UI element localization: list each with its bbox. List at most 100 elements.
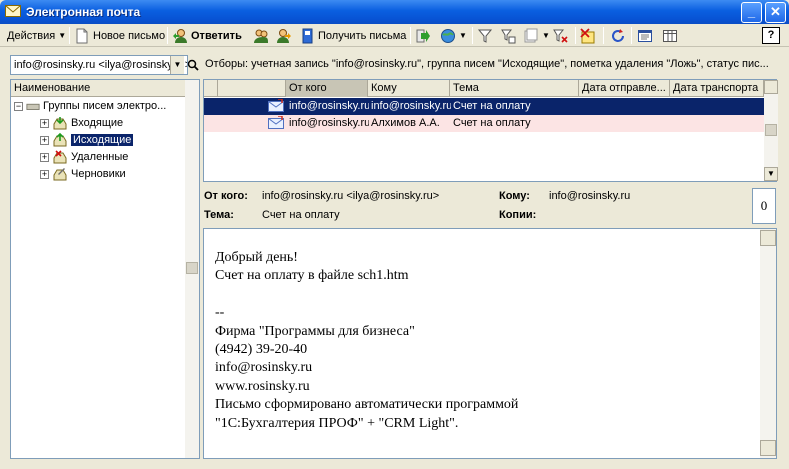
tree-item-drafts[interactable]: + Черновики (40, 166, 126, 182)
settings-form-button[interactable] (637, 26, 653, 45)
filter-funnel-icon (477, 29, 493, 43)
from-value: info@rosinsky.ru <ilya@rosinsky.ru> (262, 190, 440, 202)
green-arrow-icon (416, 29, 430, 42)
form-list-icon (638, 29, 652, 42)
columns-table-icon (663, 29, 677, 42)
grid-column-status[interactable] (204, 80, 218, 97)
filter-clear-icon (553, 29, 568, 43)
cell-subject: Счет на оплату (453, 117, 531, 129)
toolbar: Действия ▼ Новое письмо Ответить Получит… (0, 24, 789, 47)
grid-column-transport-date[interactable]: Дата транспорта (670, 80, 764, 97)
drafts-tray-icon (53, 168, 67, 181)
body-scroll-down[interactable] (760, 440, 776, 456)
dropdown-arrow-icon: ▼ (459, 31, 467, 40)
table-row[interactable]: info@rosinsky.ru info@rosinsky.ru Счет н… (204, 98, 764, 115)
tree-item-outbox[interactable]: + Исходящие (40, 132, 134, 148)
actions-menu-button[interactable]: Действия ▼ (7, 26, 66, 45)
groups-tree[interactable]: Наименование − Группы писем электро... +… (10, 79, 200, 459)
grid-column-from[interactable]: От кого (286, 80, 368, 97)
receive-mail-icon (302, 28, 313, 43)
sync-button[interactable]: ▼ (440, 26, 467, 45)
delete-mark-icon (580, 27, 595, 43)
receive-letters-label: Получить письма (318, 29, 407, 42)
filter-history-icon (524, 28, 538, 42)
filter-history-button[interactable]: ▼ (523, 26, 550, 45)
dropdown-arrow-icon: ▼ (542, 31, 550, 40)
grid-column-status2[interactable] (218, 80, 286, 97)
window-title: Электронная почта (26, 5, 141, 19)
grid-column-to[interactable]: Кому (368, 80, 450, 97)
forward-person-icon (277, 28, 291, 43)
copies-label: Копии: (499, 209, 537, 221)
grid-scroll-up[interactable] (764, 80, 778, 94)
expand-icon[interactable]: + (40, 135, 49, 145)
deleted-tray-icon (53, 150, 67, 164)
expand-icon[interactable]: + (40, 152, 49, 162)
body-scrollbar[interactable] (760, 229, 776, 458)
reply-button[interactable]: Ответить (172, 26, 242, 45)
reply-all-button[interactable] (253, 26, 269, 45)
account-combo-dropdown-icon[interactable]: ▼ (170, 56, 184, 74)
body-scroll-up[interactable] (760, 230, 776, 246)
grid-scrollbar[interactable]: ▼ (764, 80, 778, 181)
letters-grid[interactable]: От кого Кому Тема Дата отправле... Дата … (203, 79, 778, 182)
collapse-icon[interactable]: − (14, 101, 23, 111)
close-button[interactable]: ✕ (765, 2, 786, 23)
expand-icon[interactable]: + (40, 118, 49, 128)
receive-letters-button[interactable]: Получить письма (299, 26, 406, 45)
forward-button[interactable] (276, 26, 292, 45)
mail-envelope-icon (5, 5, 21, 17)
tree-item-label: Входящие (71, 117, 124, 129)
cell-to: info@rosinsky.ru (371, 100, 451, 112)
refresh-button[interactable] (610, 26, 626, 45)
filter-list-icon (501, 29, 516, 43)
search-icon[interactable] (186, 56, 200, 74)
grid-scroll-thumb[interactable] (765, 124, 777, 136)
tree-item-deleted[interactable]: + Удаленные (40, 149, 128, 165)
to-label: Кому: (499, 190, 530, 202)
cell-to: Алхимов А.А. (371, 117, 440, 129)
send-button[interactable] (415, 26, 431, 45)
grid-scroll-down[interactable]: ▼ (764, 167, 778, 181)
attachments-button[interactable]: 0 (752, 188, 776, 224)
expand-icon[interactable]: + (40, 169, 49, 179)
inbox-tray-icon (53, 117, 67, 130)
tree-scroll-thumb[interactable] (186, 262, 198, 274)
cell-subject: Счет на оплату (453, 100, 531, 112)
grid-column-subject[interactable]: Тема (450, 80, 579, 97)
filter-button[interactable] (477, 26, 493, 45)
help-button[interactable]: ? (762, 27, 780, 44)
columns-button[interactable] (662, 26, 678, 45)
tree-column-header[interactable]: Наименование (11, 80, 187, 97)
dropdown-arrow-icon: ▼ (58, 31, 67, 40)
grid-column-sent-date[interactable]: Дата отправле... (579, 80, 670, 97)
reply-label: Ответить (191, 29, 242, 42)
tree-item-label: Исходящие (71, 134, 134, 146)
minimize-button[interactable]: _ (741, 2, 762, 23)
reply-person-icon (173, 28, 187, 43)
cell-from: info@rosinsky.ru (289, 100, 369, 112)
new-letter-button[interactable]: Новое письмо (74, 26, 165, 45)
reply-all-icon (254, 29, 268, 43)
grid-header: От кого Кому Тема Дата отправле... Дата … (204, 80, 764, 97)
refresh-icon (612, 28, 624, 42)
tree-item-label: Удаленные (71, 151, 129, 163)
globe-sync-icon (441, 28, 455, 43)
from-label: От кого: (204, 190, 248, 202)
clear-filter-button[interactable] (553, 26, 569, 45)
filters-text: Отборы: учетная запись "info@rosinsky.ru… (205, 58, 769, 70)
table-row[interactable]: info@rosinsky.ru Алхимов А.А. Счет на оп… (204, 115, 764, 132)
account-combo[interactable]: info@rosinsky.ru <ilya@rosinsky.ru> (10, 55, 188, 75)
tree-item-inbox[interactable]: + Входящие (40, 115, 123, 131)
outgoing-letter-icon (268, 116, 284, 129)
filter-by-value-button[interactable] (500, 26, 516, 45)
new-letter-label: Новое письмо (93, 29, 166, 42)
message-body-box[interactable]: Добрый день! Счет на оплату в файле sch1… (203, 228, 777, 459)
outbox-tray-icon (53, 132, 67, 147)
tree-scrollbar[interactable] (185, 80, 199, 458)
outgoing-letter-icon (268, 99, 284, 112)
tree-root-node[interactable]: − Группы писем электро... (14, 98, 166, 114)
cell-from: info@rosinsky.ru (289, 117, 369, 129)
actions-label: Действия (7, 29, 56, 42)
delete-mark-button[interactable] (580, 26, 596, 45)
